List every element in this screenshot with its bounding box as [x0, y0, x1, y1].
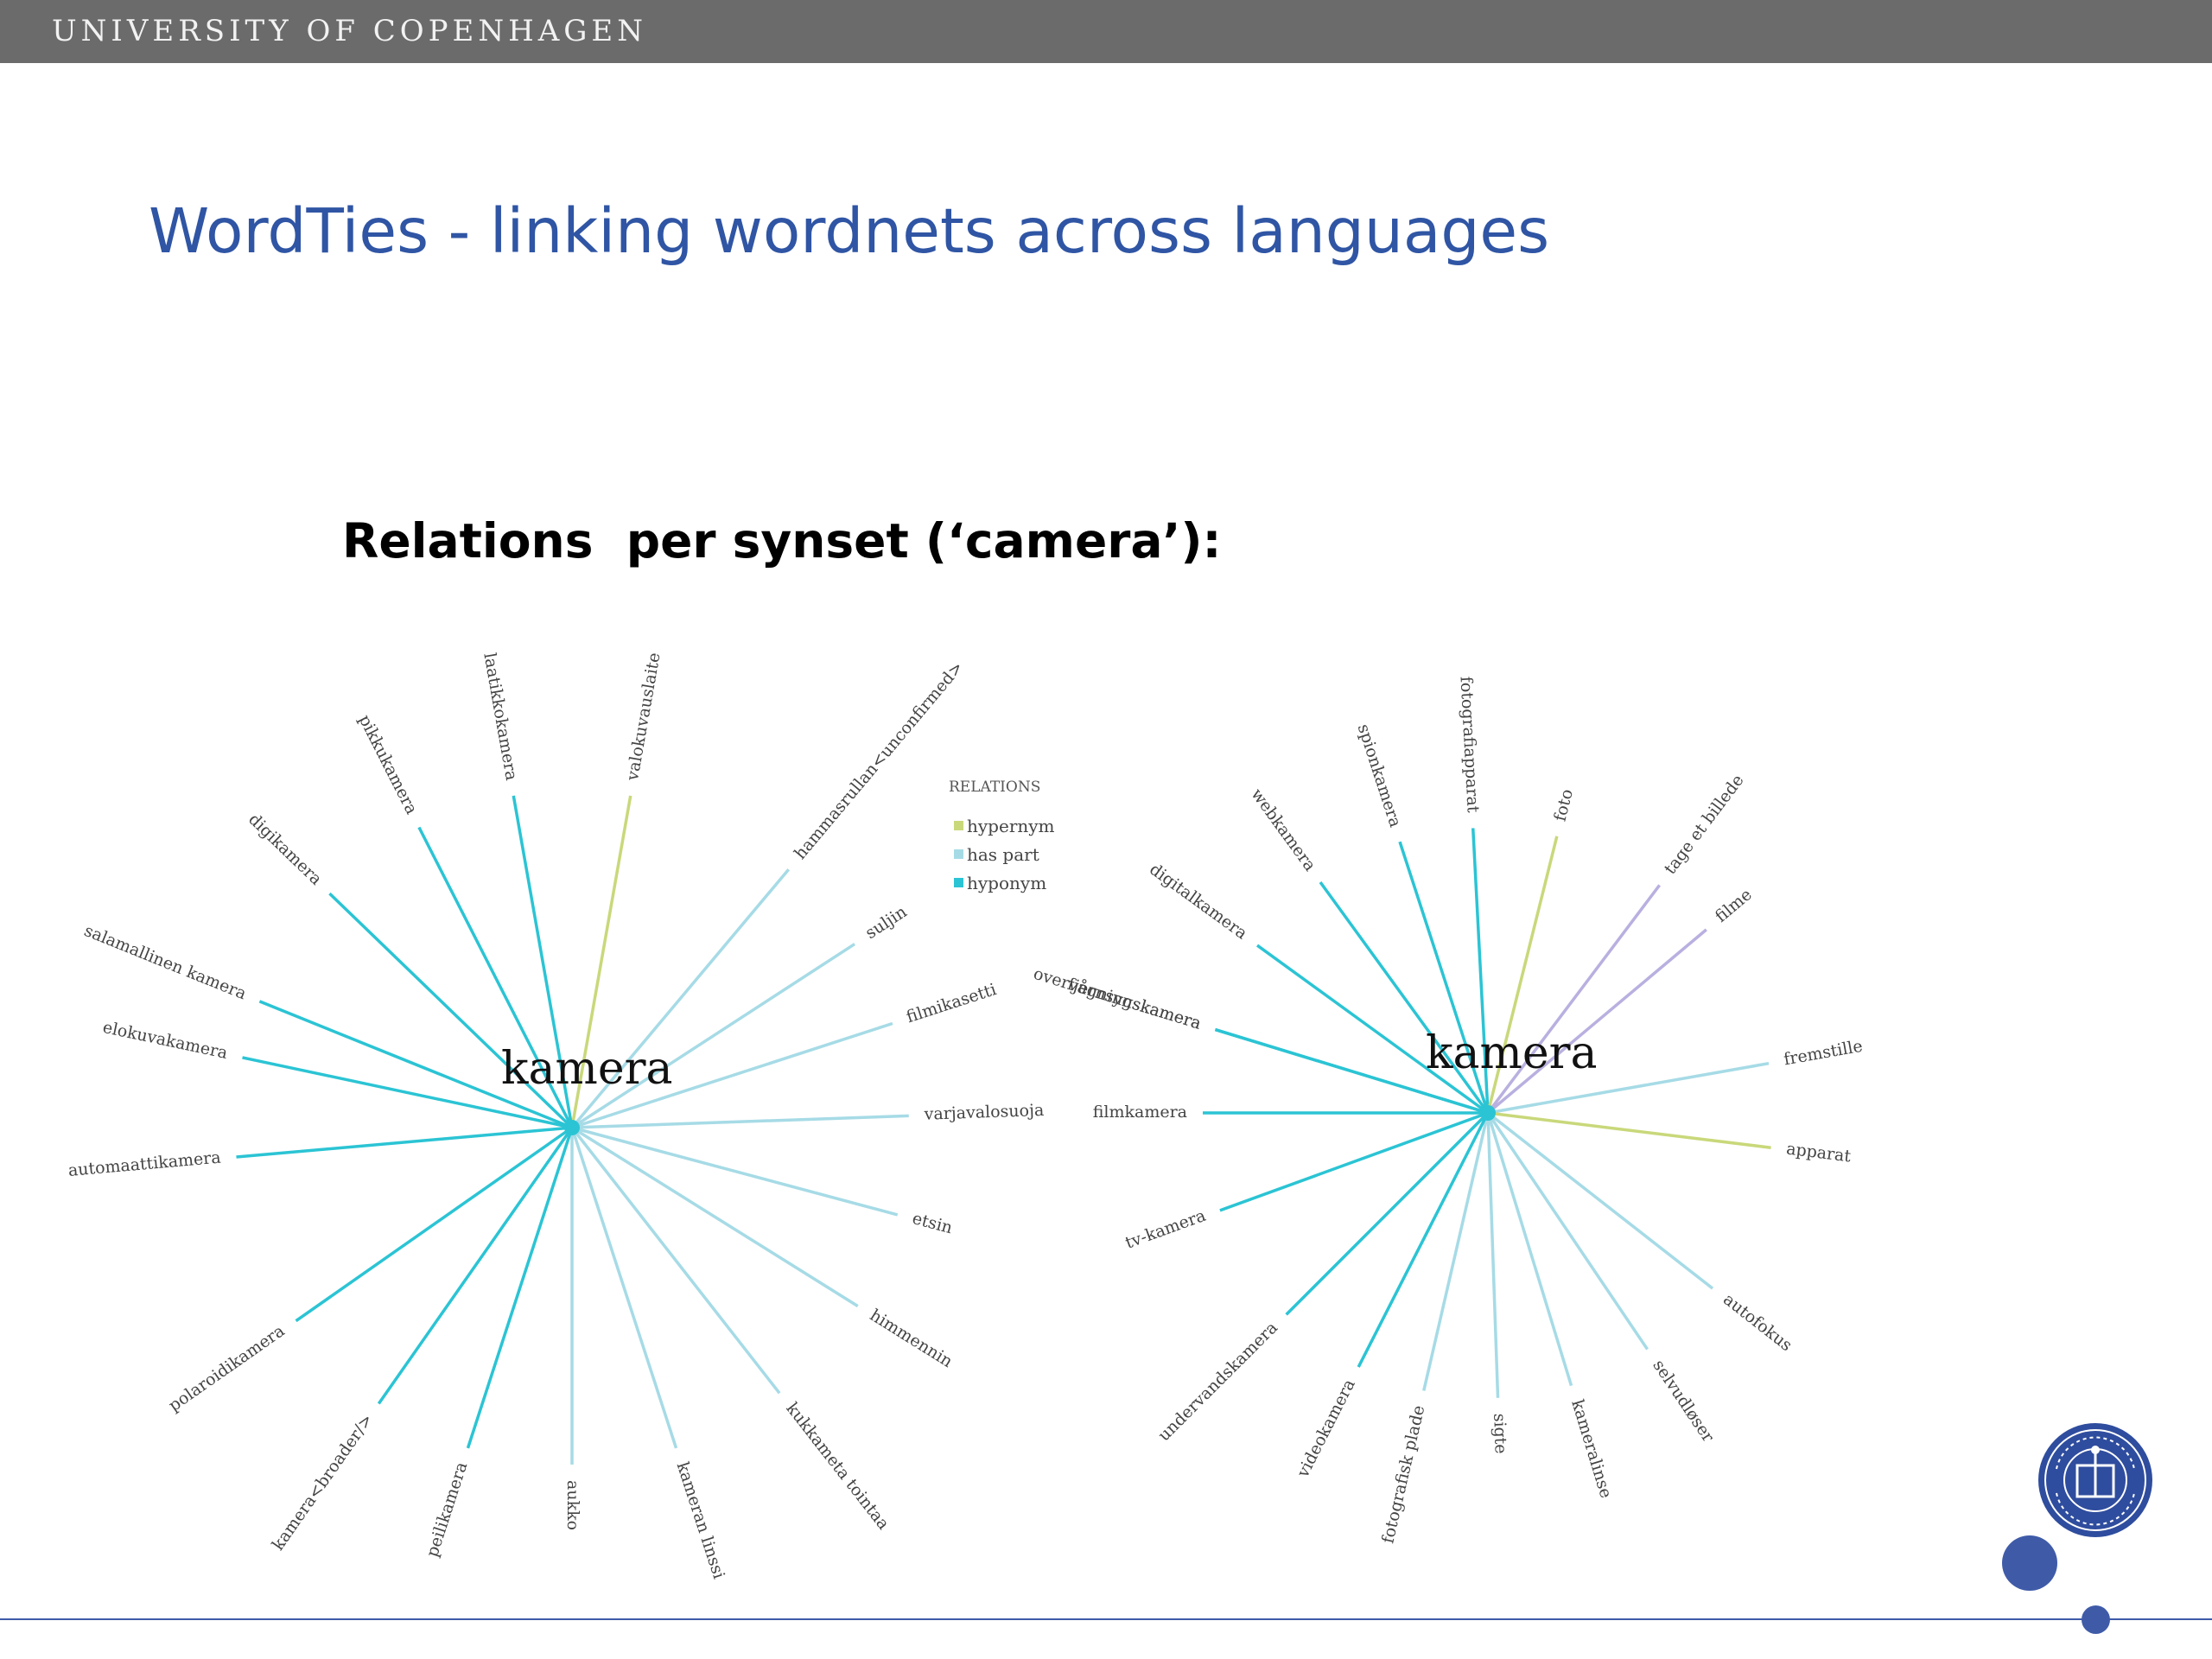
legend-swatch	[954, 821, 963, 830]
node-label: fremstille	[1783, 1037, 1865, 1070]
relation-edge	[570, 1127, 678, 1449]
node-label: foto	[1551, 787, 1577, 823]
node-label: undervandskamera	[1154, 1319, 1281, 1446]
relation-edge	[571, 1126, 899, 1217]
footer-rule	[0, 1618, 2212, 1620]
relation-edge	[1219, 1111, 1489, 1212]
legend-label: hyponym	[967, 873, 1046, 893]
center-node	[1480, 1105, 1496, 1121]
node-label: filmkamera	[1093, 1103, 1187, 1122]
relation-edge	[1422, 1112, 1490, 1391]
node-label: kameran linssi	[673, 1459, 728, 1581]
danish-wordnet-graph: fjernsynskameradigitalkamerawebkameraspi…	[1031, 676, 1864, 1545]
relation-edge	[1486, 928, 1707, 1115]
node-label: laatikkokamera	[480, 652, 521, 782]
wordties-graphs: salamallinen kamera digikamera pikkukamera…	[67, 652, 1864, 1581]
legend-swatch	[954, 878, 963, 887]
relation-edge	[1285, 1111, 1490, 1316]
relation-edge	[1357, 1112, 1490, 1368]
node-label: filme	[1712, 885, 1756, 926]
center-word: kamera	[501, 1043, 672, 1095]
node-label: varjavalosuoja	[923, 1101, 1044, 1124]
node-label: tage et billede	[1661, 771, 1748, 878]
node-label: videokamera	[1293, 1376, 1358, 1482]
node-label: fotografisk plade	[1378, 1403, 1428, 1545]
relation-edge	[570, 1126, 781, 1395]
node-label: tv-kamera	[1122, 1206, 1208, 1253]
university-seal-icon	[2036, 1421, 2155, 1540]
node-label: polaroidikamera	[165, 1321, 288, 1415]
relation-edge	[1486, 1112, 1573, 1387]
node-label: salamallinen kamera	[81, 921, 249, 1003]
relation-edge	[1487, 1111, 1771, 1149]
relation-edge	[466, 1127, 574, 1449]
node-label: kukkameta tointaa	[782, 1399, 893, 1533]
node-label: digikamera	[245, 810, 326, 889]
node-label: pikkukamera	[355, 712, 422, 817]
node-label: elokuvakamera	[101, 1018, 229, 1063]
relation-edge	[1486, 1112, 1649, 1351]
legend-heading: RELATIONS	[949, 779, 1040, 796]
relation-edge	[377, 1126, 574, 1405]
relation-edge	[571, 1126, 859, 1308]
node-label: apparat	[1785, 1140, 1853, 1166]
relation-edge	[1486, 1112, 1500, 1398]
center-word: kamera	[1426, 1027, 1597, 1079]
finnish-wordnet-graph: salamallinen kamera digikamera pikkukamera…	[67, 652, 1045, 1581]
node-label: digitalkamera	[1146, 860, 1250, 944]
node-label: automaattikamera	[67, 1148, 221, 1180]
node-label: valokuvauslaite	[623, 652, 664, 783]
node-label: autofokus	[1719, 1290, 1796, 1356]
node-label: filmikasetti	[904, 980, 999, 1027]
center-node	[564, 1120, 580, 1135]
decorative-dot-large	[2002, 1535, 2057, 1591]
legend-label: hypernym	[967, 816, 1055, 836]
relations-legend: RELATIONS hypernym has part hyponym	[949, 779, 1055, 893]
relation-edge	[571, 1114, 909, 1129]
relation-edge	[295, 1126, 574, 1323]
node-label: hammasrullan<unconfirmed>	[791, 658, 967, 862]
node-label: selvudløser	[1649, 1357, 1718, 1446]
node-label: kamera<broader/>	[269, 1410, 377, 1554]
node-label: aukko	[563, 1480, 582, 1530]
legend-swatch	[954, 849, 963, 859]
legend-label: has part	[967, 844, 1039, 865]
node-label: fotografiapparat	[1457, 676, 1483, 813]
node-label: peilikamera	[423, 1459, 471, 1559]
relation-edge	[236, 1126, 573, 1159]
node-label: suljin	[862, 902, 911, 943]
node-label: overvågningskamera	[1031, 964, 1203, 1033]
node-label: etsin	[911, 1209, 955, 1237]
node-label: spionkamera	[1354, 721, 1405, 830]
decorative-dot-small	[2082, 1605, 2110, 1634]
node-label: sigte	[1490, 1413, 1510, 1454]
node-label: himmennin	[867, 1306, 957, 1371]
relation-edge	[1486, 1111, 1714, 1290]
node-label: kameralinse	[1567, 1397, 1616, 1500]
node-label: webkamera	[1247, 785, 1319, 875]
relation-edge	[571, 943, 856, 1129]
